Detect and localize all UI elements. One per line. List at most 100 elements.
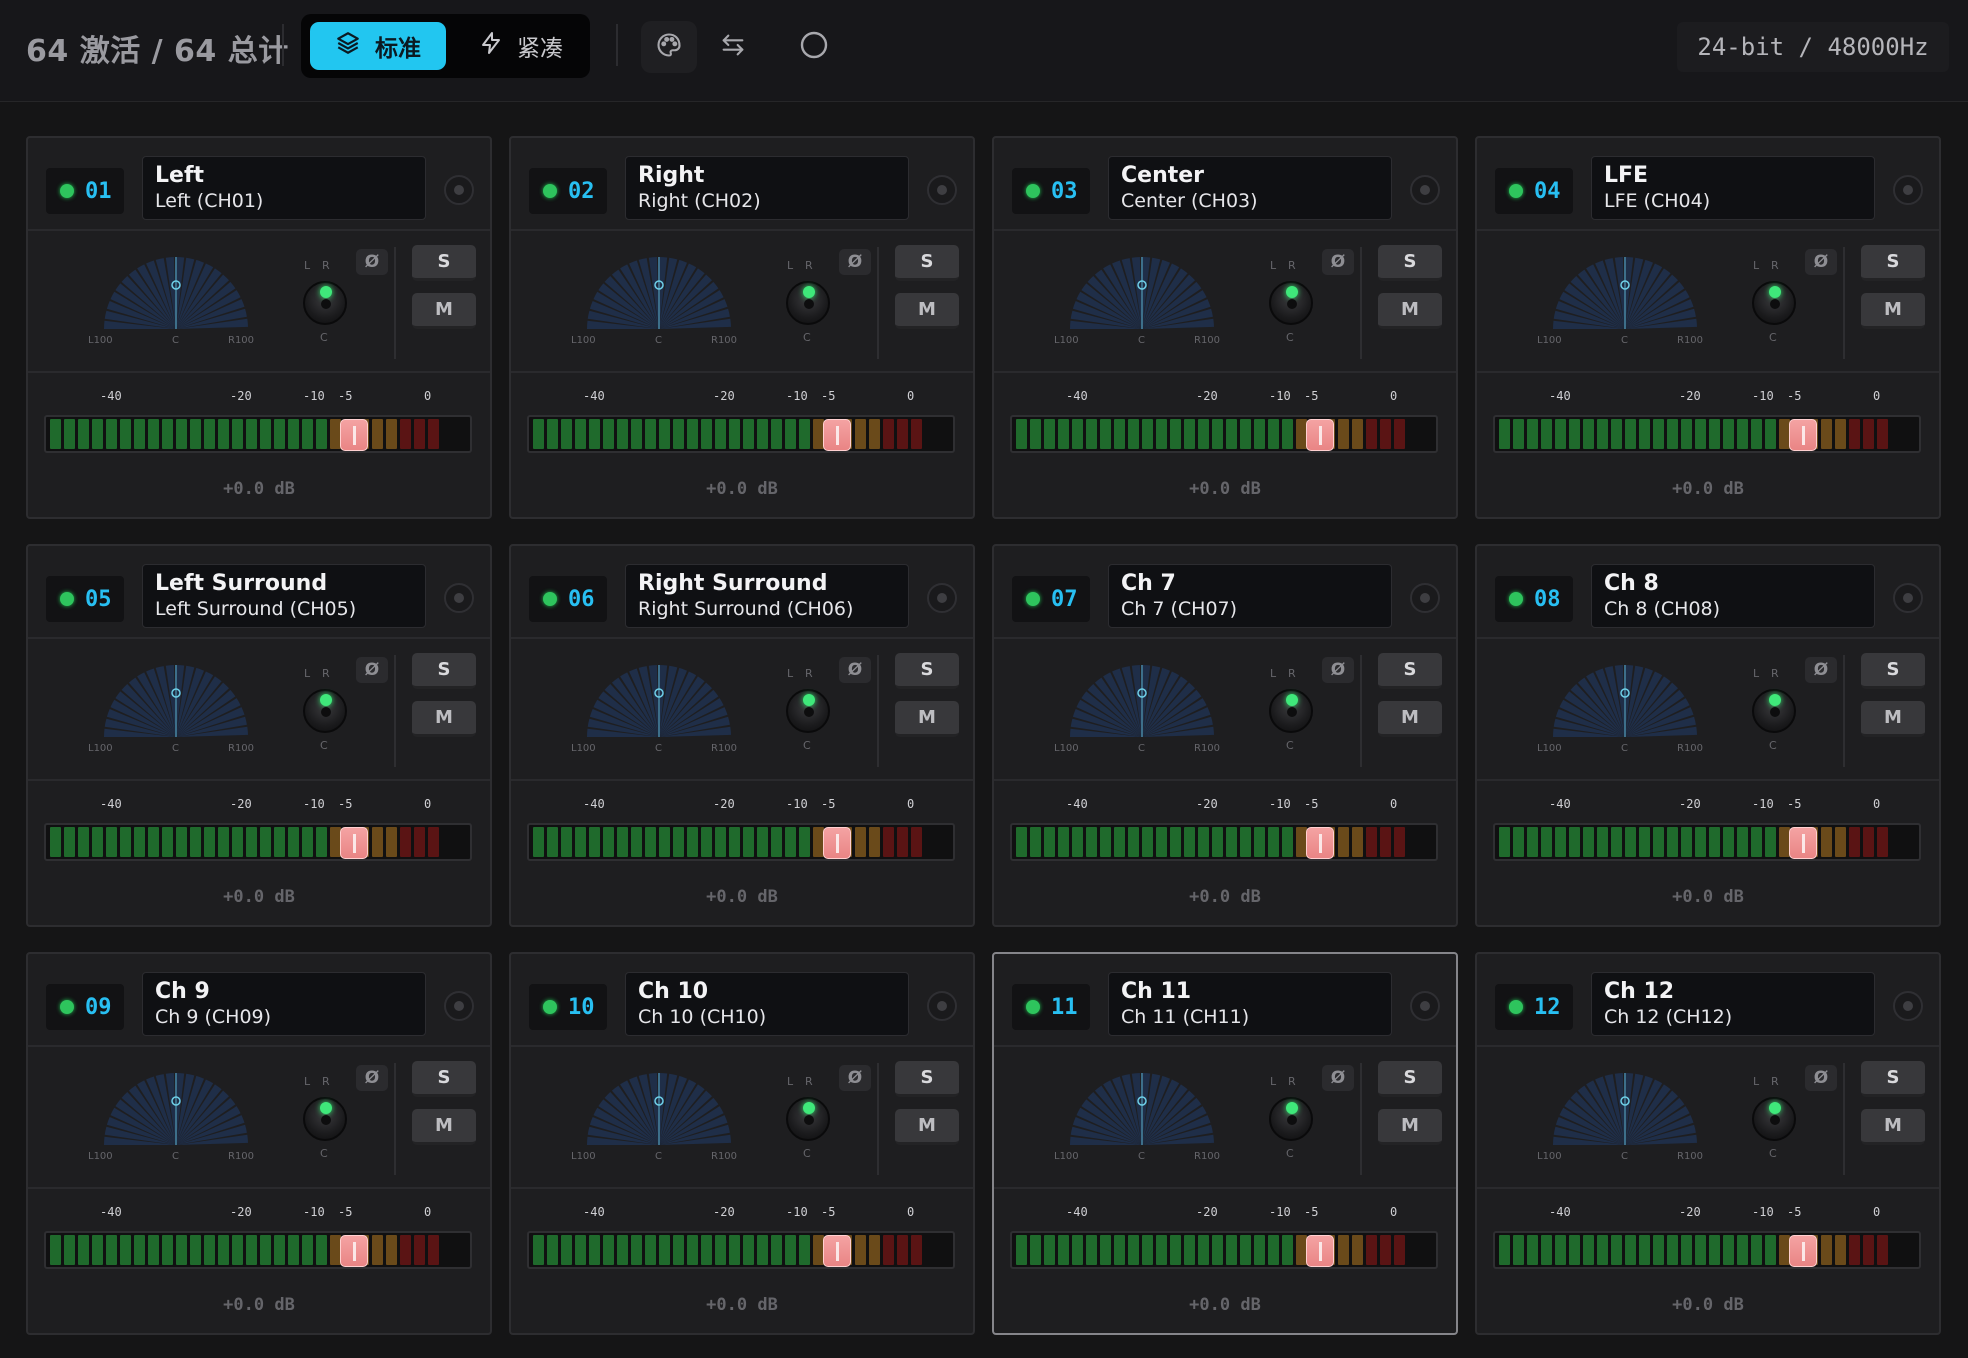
mode-standard-button[interactable]: 标准 <box>310 22 446 70</box>
mute-button[interactable]: M <box>1378 1109 1442 1145</box>
pan-display[interactable]: L100 C R100 <box>571 659 741 754</box>
phase-invert-button[interactable]: Ø <box>356 1065 388 1091</box>
volume-fader-handle[interactable] <box>1306 827 1334 859</box>
mute-button[interactable]: M <box>1861 701 1925 737</box>
mute-button[interactable]: M <box>1861 293 1925 329</box>
pan-display[interactable]: L100 C R100 <box>1054 659 1224 754</box>
record-arm-button[interactable] <box>1410 175 1440 205</box>
record-arm-button[interactable] <box>927 991 957 1021</box>
mute-button[interactable]: M <box>895 1109 959 1145</box>
pan-knob[interactable] <box>303 689 347 733</box>
pan-knob[interactable] <box>303 281 347 325</box>
channel-strip[interactable]: 07 Ch 7 Ch 7 (CH07) L100 C R100 L R C Ø … <box>992 544 1458 927</box>
pan-knob[interactable] <box>786 281 830 325</box>
phase-invert-button[interactable]: Ø <box>839 657 871 683</box>
mute-button[interactable]: M <box>1378 293 1442 329</box>
solo-button[interactable]: S <box>1378 1061 1442 1097</box>
record-arm-button[interactable] <box>444 175 474 205</box>
volume-fader-handle[interactable] <box>340 827 368 859</box>
pan-display[interactable]: L100 C R100 <box>1537 251 1707 346</box>
pan-display[interactable]: L100 C R100 <box>88 251 258 346</box>
phase-invert-button[interactable]: Ø <box>1322 1065 1354 1091</box>
record-arm-button[interactable] <box>444 991 474 1021</box>
channel-number-chip[interactable]: 07 <box>1012 576 1090 622</box>
phase-invert-button[interactable]: Ø <box>356 657 388 683</box>
channel-name-field[interactable]: Ch 7 Ch 7 (CH07) <box>1108 564 1392 628</box>
solo-button[interactable]: S <box>412 653 476 689</box>
volume-fader-handle[interactable] <box>340 1235 368 1267</box>
solo-button[interactable]: S <box>1861 1061 1925 1097</box>
solo-button[interactable]: S <box>1861 245 1925 281</box>
channel-number-chip[interactable]: 12 <box>1495 984 1573 1030</box>
record-arm-button[interactable] <box>927 583 957 613</box>
mute-button[interactable]: M <box>895 293 959 329</box>
channel-number-chip[interactable]: 04 <box>1495 168 1573 214</box>
channel-name-field[interactable]: LFE LFE (CH04) <box>1591 156 1875 220</box>
channel-number-chip[interactable]: 01 <box>46 168 124 214</box>
record-arm-button[interactable] <box>927 175 957 205</box>
channel-strip[interactable]: 11 Ch 11 Ch 11 (CH11) L100 C R100 L R C … <box>992 952 1458 1335</box>
channel-number-chip[interactable]: 02 <box>529 168 607 214</box>
channel-number-chip[interactable]: 03 <box>1012 168 1090 214</box>
pan-knob[interactable] <box>1752 1097 1796 1141</box>
pan-knob[interactable] <box>1752 281 1796 325</box>
pan-display[interactable]: L100 C R100 <box>571 251 741 346</box>
pan-display[interactable]: L100 C R100 <box>1537 659 1707 754</box>
pan-display[interactable]: L100 C R100 <box>88 1067 258 1162</box>
channel-name-field[interactable]: Ch 8 Ch 8 (CH08) <box>1591 564 1875 628</box>
pan-knob[interactable] <box>1269 1097 1313 1141</box>
volume-fader-handle[interactable] <box>1789 1235 1817 1267</box>
pan-display[interactable]: L100 C R100 <box>88 659 258 754</box>
swap-button[interactable] <box>705 21 761 73</box>
pan-display[interactable]: L100 C R100 <box>571 1067 741 1162</box>
record-arm-button[interactable] <box>1893 175 1923 205</box>
mode-compact-button[interactable]: 紧凑 <box>461 22 581 70</box>
volume-fader-handle[interactable] <box>340 419 368 451</box>
channel-name-field[interactable]: Ch 9 Ch 9 (CH09) <box>142 972 426 1036</box>
pan-knob[interactable] <box>1269 281 1313 325</box>
solo-button[interactable]: S <box>895 1061 959 1097</box>
circle-button[interactable] <box>786 21 842 73</box>
solo-button[interactable]: S <box>1378 653 1442 689</box>
mute-button[interactable]: M <box>895 701 959 737</box>
palette-button[interactable] <box>641 21 697 73</box>
channel-strip[interactable]: 02 Right Right (CH02) L100 C R100 L R C … <box>509 136 975 519</box>
pan-knob[interactable] <box>1269 689 1313 733</box>
record-arm-button[interactable] <box>1893 991 1923 1021</box>
phase-invert-button[interactable]: Ø <box>1805 1065 1837 1091</box>
solo-button[interactable]: S <box>1378 245 1442 281</box>
record-arm-button[interactable] <box>1893 583 1923 613</box>
pan-knob[interactable] <box>786 689 830 733</box>
solo-button[interactable]: S <box>895 245 959 281</box>
channel-strip[interactable]: 08 Ch 8 Ch 8 (CH08) L100 C R100 L R C Ø … <box>1475 544 1941 927</box>
volume-fader-handle[interactable] <box>823 1235 851 1267</box>
channel-strip[interactable]: 03 Center Center (CH03) L100 C R100 L R … <box>992 136 1458 519</box>
phase-invert-button[interactable]: Ø <box>839 1065 871 1091</box>
pan-display[interactable]: L100 C R100 <box>1537 1067 1707 1162</box>
channel-number-chip[interactable]: 09 <box>46 984 124 1030</box>
volume-fader-handle[interactable] <box>823 827 851 859</box>
mute-button[interactable]: M <box>1861 1109 1925 1145</box>
channel-number-chip[interactable]: 06 <box>529 576 607 622</box>
channel-name-field[interactable]: Ch 10 Ch 10 (CH10) <box>625 972 909 1036</box>
record-arm-button[interactable] <box>1410 991 1440 1021</box>
channel-strip[interactable]: 05 Left Surround Left Surround (CH05) L1… <box>26 544 492 927</box>
channel-number-chip[interactable]: 05 <box>46 576 124 622</box>
solo-button[interactable]: S <box>412 1061 476 1097</box>
channel-name-field[interactable]: Ch 11 Ch 11 (CH11) <box>1108 972 1392 1036</box>
channel-number-chip[interactable]: 11 <box>1012 984 1090 1030</box>
mute-button[interactable]: M <box>1378 701 1442 737</box>
volume-fader-handle[interactable] <box>823 419 851 451</box>
channel-number-chip[interactable]: 08 <box>1495 576 1573 622</box>
solo-button[interactable]: S <box>895 653 959 689</box>
pan-display[interactable]: L100 C R100 <box>1054 1067 1224 1162</box>
mute-button[interactable]: M <box>412 701 476 737</box>
channel-strip[interactable]: 09 Ch 9 Ch 9 (CH09) L100 C R100 L R C Ø … <box>26 952 492 1335</box>
channel-strip[interactable]: 10 Ch 10 Ch 10 (CH10) L100 C R100 L R C … <box>509 952 975 1335</box>
phase-invert-button[interactable]: Ø <box>1322 657 1354 683</box>
solo-button[interactable]: S <box>1861 653 1925 689</box>
phase-invert-button[interactable]: Ø <box>1805 657 1837 683</box>
channel-name-field[interactable]: Left Left (CH01) <box>142 156 426 220</box>
channel-name-field[interactable]: Right Right (CH02) <box>625 156 909 220</box>
volume-fader-handle[interactable] <box>1306 1235 1334 1267</box>
